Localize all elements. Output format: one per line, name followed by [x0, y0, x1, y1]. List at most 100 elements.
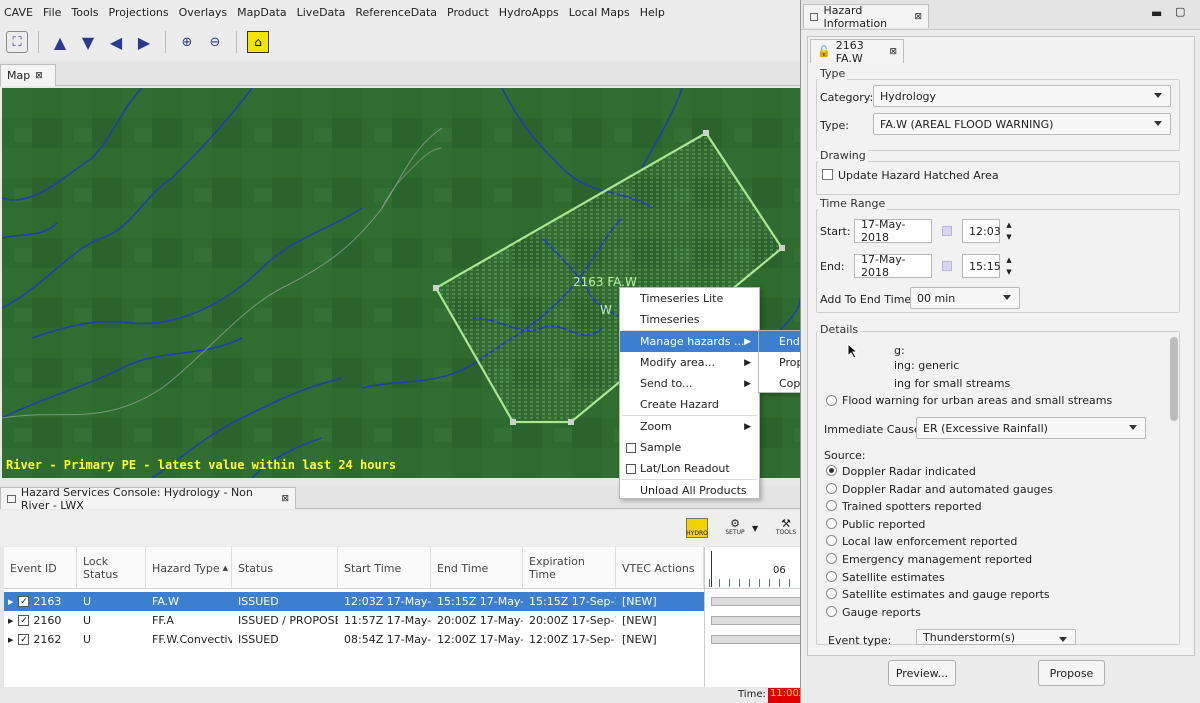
polygon-vertex[interactable] [433, 285, 439, 291]
timeline-bar[interactable] [711, 635, 801, 644]
column-header[interactable]: Expiration Time [523, 547, 616, 589]
source-radio[interactable] [826, 606, 837, 617]
polygon-vertex[interactable] [510, 419, 516, 425]
source-radio[interactable] [826, 588, 837, 599]
chevron-down-icon[interactable]: ▼ [752, 524, 758, 533]
hydro-button[interactable]: HYDRO [686, 518, 708, 538]
hazard-option-partial: g: [894, 344, 905, 357]
timeline-panel[interactable]: 06 [704, 547, 801, 687]
menu-tools[interactable]: Tools [71, 6, 98, 19]
source-radio[interactable] [826, 571, 837, 582]
event-type-dropdown[interactable]: Thunderstorm(s) [916, 629, 1076, 645]
end-time-field[interactable]: 15:15 [962, 254, 1001, 278]
menu-item-zoom[interactable]: Zoom ▶ [620, 416, 759, 437]
checkbox[interactable] [626, 442, 636, 453]
menu-file[interactable]: File [43, 6, 61, 19]
urban-radio[interactable] [826, 395, 837, 406]
source-radio[interactable] [826, 483, 837, 494]
close-icon[interactable]: ⊠ [889, 47, 897, 57]
menu-referencedata[interactable]: ReferenceData [355, 6, 437, 19]
preview-button[interactable]: Preview... [888, 660, 956, 686]
type-dropdown[interactable]: FA.W (AREAL FLOOD WARNING) [873, 113, 1171, 135]
expand-icon[interactable]: ▶ [8, 617, 13, 625]
category-dropdown[interactable]: Hydrology [873, 85, 1171, 107]
column-header[interactable]: Status [232, 547, 338, 589]
add-end-time-dropdown[interactable]: 00 min [910, 287, 1020, 309]
checkbox[interactable]: ✓ [18, 634, 30, 645]
menu-item-send-to[interactable]: Send to... ▶ [620, 373, 759, 394]
immediate-cause-dropdown[interactable]: ER (Excessive Rainfall) [916, 417, 1146, 439]
menu-item-create-hazard[interactable]: Create Hazard [620, 394, 759, 415]
menu-product[interactable]: Product [447, 6, 489, 19]
extent-icon[interactable]: ⛶ [6, 31, 28, 53]
menu-mapdata[interactable]: MapData [237, 6, 286, 19]
start-time-spinner[interactable]: ▲ ▼ [1003, 219, 1015, 243]
close-icon[interactable]: ⊠ [281, 494, 289, 504]
tab-map[interactable]: Map ⊠ [0, 64, 56, 86]
checkbox[interactable] [626, 463, 636, 474]
menu-local-maps[interactable]: Local Maps [569, 6, 630, 19]
polygon-vertex[interactable] [568, 419, 574, 425]
end-time-spinner[interactable]: ▲ ▼ [1003, 254, 1015, 278]
menu-cave[interactable]: CAVE [4, 6, 33, 19]
menu-help[interactable]: Help [640, 6, 665, 19]
setup-button[interactable]: ⚙ SETUP [724, 518, 746, 538]
menu-item-timeseries-lite[interactable]: Timeseries Lite [620, 288, 759, 309]
table-row[interactable]: ▶ ✓ 2162 U FF.W.Convective ISSUED 08:54Z… [4, 630, 704, 649]
checkbox[interactable]: ✓ [18, 615, 30, 626]
expand-icon[interactable]: ▶ [8, 598, 13, 606]
expand-icon[interactable]: ▶ [8, 636, 13, 644]
close-icon[interactable]: ⊠ [914, 12, 922, 22]
start-date-field[interactable]: 17-May-2018 [854, 218, 932, 244]
zoom-in-icon[interactable]: ⊕ [176, 31, 198, 53]
update-hatched-checkbox[interactable] [822, 169, 833, 180]
pan-right-icon[interactable]: ▶ [133, 31, 155, 53]
polygon-vertex[interactable] [703, 130, 709, 136]
menu-item-timeseries[interactable]: Timeseries [620, 309, 759, 330]
menu-overlays[interactable]: Overlays [179, 6, 228, 19]
timeline-bar[interactable] [711, 616, 801, 625]
menu-item-unload-all[interactable]: Unload All Products [620, 480, 759, 501]
hazard-services-icon[interactable]: ⌂ [247, 31, 269, 53]
column-header-sorted[interactable]: Hazard Type ▲ [146, 547, 232, 589]
calendar-icon[interactable] [942, 226, 952, 236]
pan-down-icon[interactable]: ▼ [77, 31, 99, 53]
polygon-vertex[interactable] [779, 245, 785, 251]
tools-button[interactable]: ⚒ TOOLS [774, 518, 798, 538]
source-radio[interactable] [826, 535, 837, 546]
tab-hazard-console[interactable]: Hazard Services Console: Hydrology - Non… [0, 486, 296, 512]
end-date-field[interactable]: 17-May-2018 [854, 253, 932, 279]
source-radio[interactable] [826, 518, 837, 529]
column-header[interactable]: End Time [431, 547, 523, 589]
menu-item-sample[interactable]: Sample [620, 437, 759, 458]
tab-event-2163[interactable]: 🔓 2163 FA.W ⊠ [810, 39, 904, 65]
source-radio[interactable] [826, 465, 837, 476]
menu-item-manage-hazards[interactable]: Manage hazards ... ▶ [620, 331, 759, 352]
close-icon[interactable]: ⊠ [35, 71, 43, 81]
timeline-bar[interactable] [711, 597, 801, 606]
menu-item-latlon-readout[interactable]: Lat/Lon Readout [620, 458, 759, 479]
menu-item-modify-area[interactable]: Modify area... ▶ [620, 352, 759, 373]
tab-hazard-information[interactable]: Hazard Information ⊠ [803, 4, 929, 30]
menu-hydroapps[interactable]: HydroApps [499, 6, 559, 19]
column-header[interactable]: Start Time [338, 547, 431, 589]
zoom-out-icon[interactable]: ⊖ [204, 31, 226, 53]
propose-button[interactable]: Propose [1038, 660, 1105, 686]
table-row[interactable]: ▶ ✓ 2163 U FA.W ISSUED 12:03Z 17-May-18 … [4, 592, 704, 611]
source-radio[interactable] [826, 553, 837, 564]
start-time-field[interactable]: 12:03 [962, 219, 1001, 243]
source-radio[interactable] [826, 500, 837, 511]
column-header[interactable]: Event ID [4, 547, 77, 589]
maximize-icon[interactable]: ▢ [1175, 5, 1185, 18]
column-header[interactable]: VTEC Actions [616, 547, 704, 589]
calendar-icon[interactable] [942, 261, 952, 271]
table-row[interactable]: ▶ ✓ 2160 U FF.A ISSUED / PROPOSED 11:57Z… [4, 611, 704, 630]
details-scrollbar[interactable] [1170, 337, 1178, 421]
menu-livedata[interactable]: LiveData [297, 6, 346, 19]
pan-up-icon[interactable]: ▲ [49, 31, 71, 53]
column-header[interactable]: Lock Status [77, 547, 146, 589]
minimize-icon[interactable]: ▬ [1151, 6, 1162, 20]
pan-left-icon[interactable]: ◀ [105, 31, 127, 53]
menu-projections[interactable]: Projections [109, 6, 169, 19]
checkbox[interactable]: ✓ [18, 596, 30, 607]
